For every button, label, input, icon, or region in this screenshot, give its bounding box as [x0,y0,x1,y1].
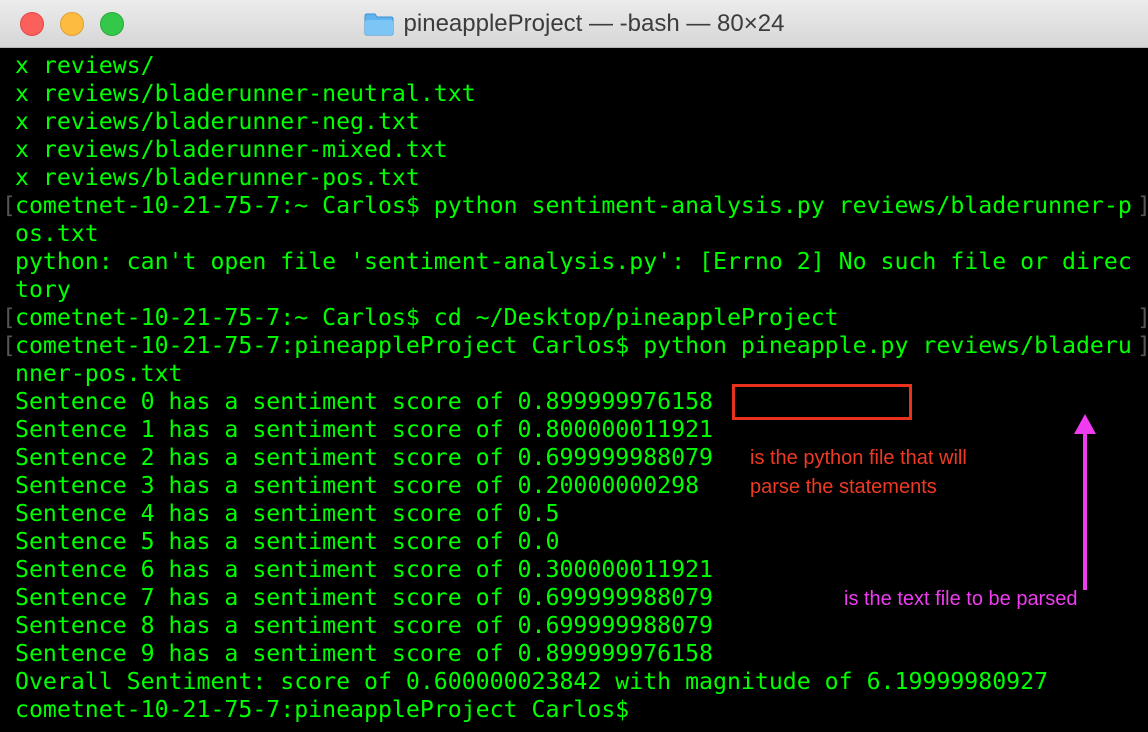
line-marker-left: [ [2,305,16,331]
terminal-line-text: Sentence 9 has a sentiment score of 0.89… [15,640,714,667]
title-bar[interactable]: pineappleProject — -bash — 80×24 [0,0,1148,48]
terminal-line: Sentence 0 has a sentiment score of 0.89… [15,388,1140,416]
line-marker-right: ] [1137,304,1148,332]
terminal-line: cometnet-10-21-75-7:~ Carlos$ cd ~/Deskt… [2,304,1148,332]
text-file-annotation: is the text file to be parsed [844,588,1078,610]
terminal-line-text: Sentence 2 has a sentiment score of 0.69… [15,444,714,471]
terminal-line-text: Sentence 4 has a sentiment score of 0.5 [15,500,560,527]
terminal-line: Sentence 1 has a sentiment score of 0.80… [15,416,1140,444]
terminal-line: Sentence 6 has a sentiment score of 0.30… [15,556,1140,584]
terminal-line: Overall Sentiment: score of 0.6000000238… [15,668,1140,696]
pineapple-py-highlight-box [732,384,912,420]
terminal-line: Sentence 8 has a sentiment score of 0.69… [15,612,1140,640]
terminal-window: pineappleProject — -bash — 80×24 x revie… [0,0,1148,732]
terminal-line-text: cometnet-10-21-75-7:pineappleProject Car… [15,696,630,723]
window-title-area: pineappleProject — -bash — 80×24 [0,0,1148,48]
terminal-line: cometnet-10-21-75-7:pineappleProject Car… [15,696,1140,724]
line-marker-left: [ [2,193,16,219]
terminal-body[interactable]: x reviews/x reviews/bladerunner-neutral.… [0,48,1148,732]
terminal-line-text: x reviews/ [15,52,155,79]
terminal-line: x reviews/bladerunner-neg.txt [15,108,1140,136]
terminal-line-text: Sentence 6 has a sentiment score of 0.30… [15,556,714,583]
terminal-line-text: x reviews/bladerunner-mixed.txt [15,136,448,163]
terminal-line-text: cometnet-10-21-75-7:pineappleProject Car… [15,332,1132,359]
terminal-line-text: Sentence 0 has a sentiment score of 0.89… [15,388,714,415]
window-title: pineappleProject — -bash — 80×24 [403,10,785,37]
terminal-line: x reviews/bladerunner-mixed.txt [15,136,1140,164]
python-file-annotation: is the python file that will parse the s… [750,447,967,498]
terminal-line-text: cometnet-10-21-75-7:~ Carlos$ cd ~/Deskt… [15,304,839,331]
terminal-line-text: os.txt [15,220,99,247]
terminal-line-text: cometnet-10-21-75-7:~ Carlos$ python sen… [15,192,1132,219]
terminal-line: x reviews/bladerunner-neutral.txt [15,80,1140,108]
terminal-output: x reviews/x reviews/bladerunner-neutral.… [2,52,1148,724]
terminal-line-text: nner-pos.txt [15,360,183,387]
line-marker-right: ] [1137,192,1148,220]
line-marker-right: ] [1137,332,1148,360]
terminal-line: Sentence 4 has a sentiment score of 0.5 [15,500,1140,528]
terminal-line-text: tory [15,276,71,303]
terminal-line: tory [15,276,1140,304]
terminal-line-text: Overall Sentiment: score of 0.6000000238… [15,668,1049,695]
terminal-line: Sentence 5 has a sentiment score of 0.0 [15,528,1140,556]
terminal-line-text: x reviews/bladerunner-neg.txt [15,108,420,135]
terminal-line: cometnet-10-21-75-7:pineappleProject Car… [2,332,1148,360]
terminal-line-text: Sentence 7 has a sentiment score of 0.69… [15,584,714,611]
terminal-line: nner-pos.txt [15,360,1140,388]
terminal-line-text: x reviews/bladerunner-neutral.txt [15,80,476,107]
terminal-line: os.txt [15,220,1140,248]
terminal-line: python: can't open file 'sentiment-analy… [15,248,1140,276]
terminal-line: cometnet-10-21-75-7:~ Carlos$ python sen… [2,192,1148,220]
line-marker-left: [ [2,333,16,359]
terminal-line-text: python: can't open file 'sentiment-analy… [15,248,1132,275]
up-arrow-icon [1074,414,1096,590]
terminal-line-text: Sentence 3 has a sentiment score of 0.20… [15,472,700,499]
terminal-line-text: Sentence 1 has a sentiment score of 0.80… [15,416,714,443]
terminal-line: x reviews/bladerunner-pos.txt [15,164,1140,192]
terminal-line: Sentence 9 has a sentiment score of 0.89… [15,640,1140,668]
terminal-line: x reviews/ [15,52,1140,80]
folder-icon [364,12,394,36]
terminal-line-text: Sentence 8 has a sentiment score of 0.69… [15,612,714,639]
terminal-line-text: Sentence 5 has a sentiment score of 0.0 [15,528,560,555]
terminal-line-text: x reviews/bladerunner-pos.txt [15,164,420,191]
